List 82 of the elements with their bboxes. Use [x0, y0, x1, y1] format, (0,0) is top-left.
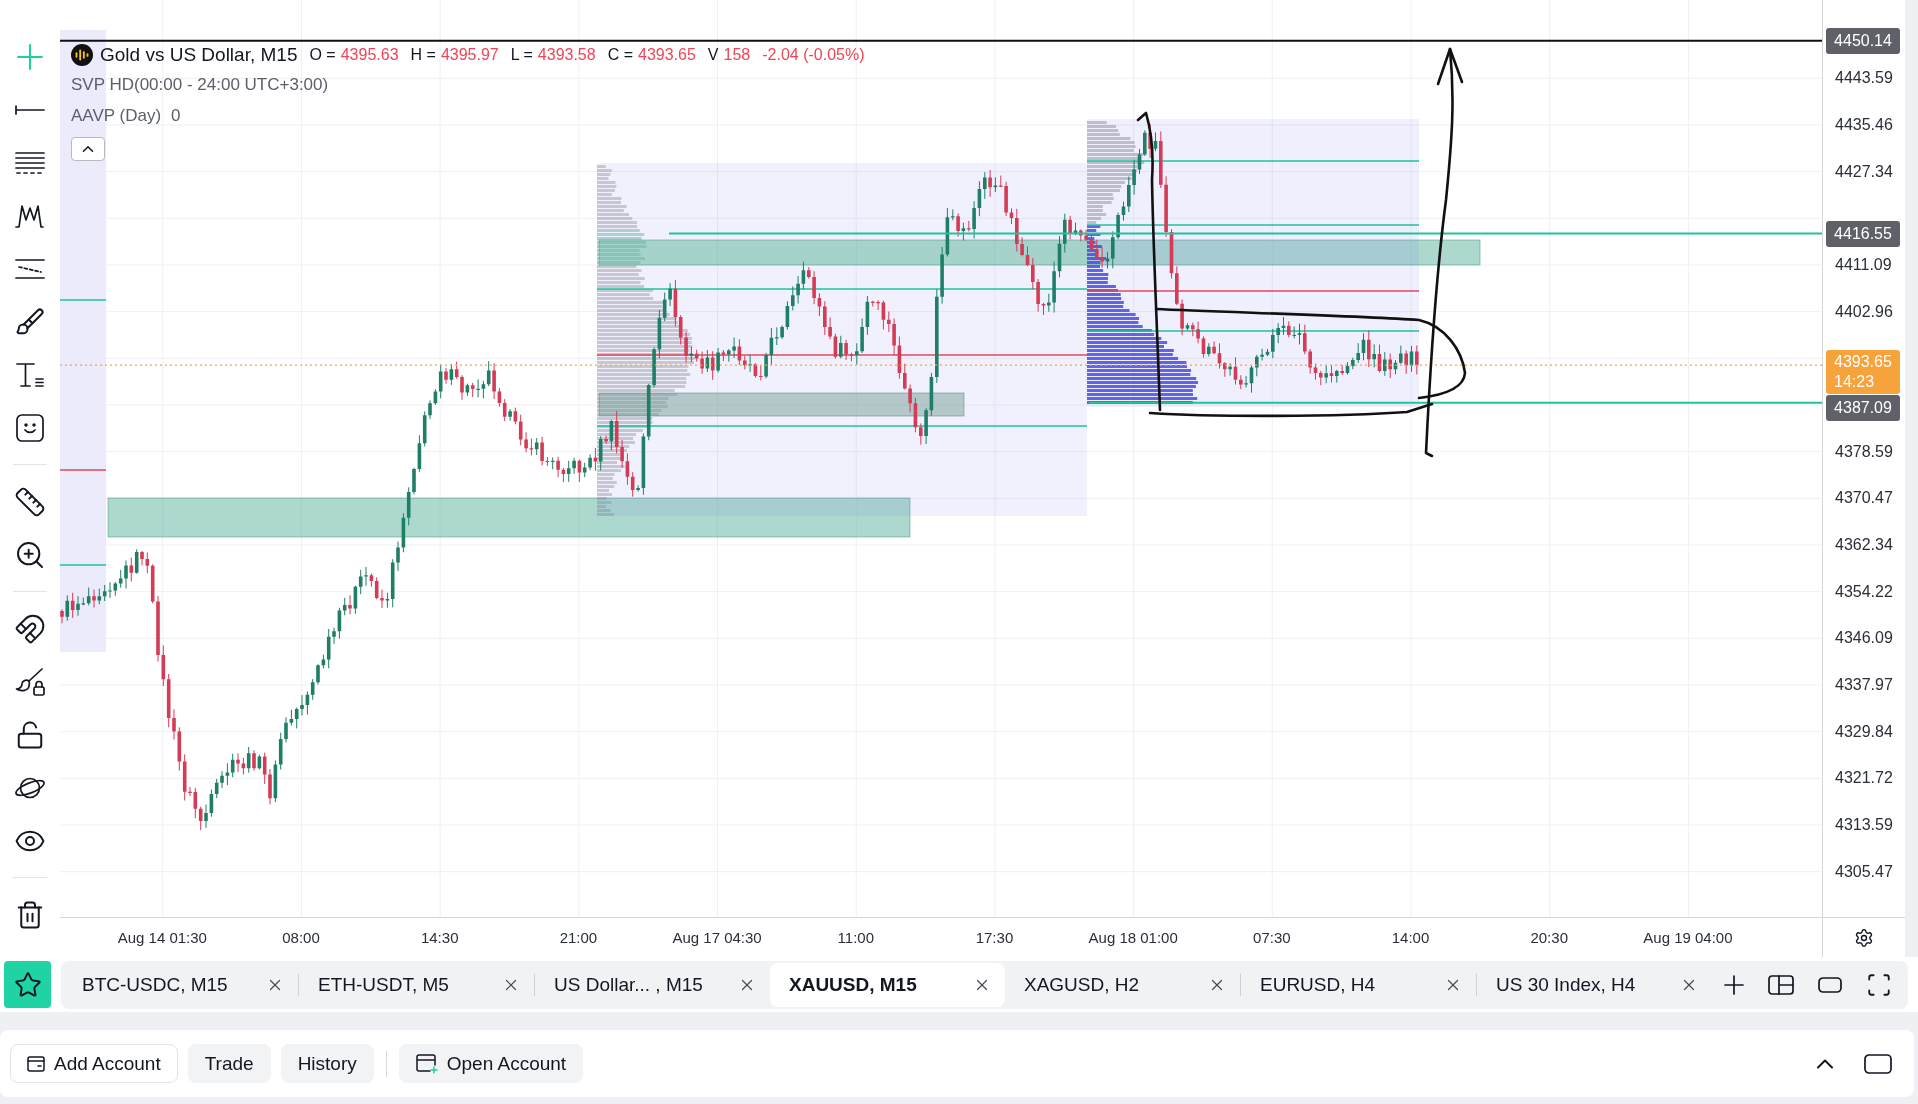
quote-label: H = [410, 45, 436, 65]
quote-label: C = [607, 45, 633, 65]
price-label: 4354.22 [1835, 581, 1893, 602]
smiley-icon[interactable] [16, 413, 44, 442]
time-label: 21:00 [559, 928, 598, 947]
zigzag-pattern-icon[interactable] [15, 203, 45, 228]
chart-tab[interactable]: US Dollar... , M15 [535, 962, 770, 1007]
indicator-value: 0 [171, 105, 181, 127]
chart-tab[interactable]: XAUUSD, M15 [770, 962, 1005, 1007]
price-label: 4329.84 [1835, 721, 1893, 742]
indicator-name: AAVP (Day) [71, 105, 162, 127]
chart-tab[interactable]: BTC-USDC, M15 [63, 962, 298, 1007]
indicator-name: SVP HD(00:00 - 24:00 UTC+3:00) [71, 74, 329, 96]
chart-tab[interactable]: XAGUSD, H2 [1005, 962, 1240, 1007]
time-label: 17:30 [975, 928, 1014, 947]
star-icon [13, 970, 42, 999]
brush-icon[interactable] [15, 306, 45, 337]
price-tag: 4450.14 [1826, 27, 1900, 54]
price-label: 4370.47 [1835, 488, 1893, 509]
price-label: 4313.59 [1835, 815, 1893, 835]
magnet-icon[interactable] [14, 612, 46, 645]
brush-lock-icon[interactable] [15, 667, 45, 696]
wallet-icon [27, 1055, 45, 1072]
symbol-title: Gold vs US Dollar, M15 [100, 44, 298, 66]
time-label: 14:00 [1391, 928, 1430, 947]
card-plus-icon [415, 1053, 438, 1074]
quote-value: 4393.65 [638, 45, 696, 65]
horizontal-lines-icon[interactable] [15, 151, 45, 174]
price-label: 4378.59 [1835, 441, 1893, 462]
chart-tab[interactable]: EURUSD, H4 [1241, 962, 1476, 1007]
time-label: 20:30 [1530, 928, 1568, 947]
quote-value: 4395.97 [440, 45, 499, 65]
time-label: Aug 19 04:00 [1643, 928, 1733, 947]
quote-label: L = [510, 45, 533, 65]
parallel-channel-icon[interactable] [15, 258, 45, 279]
text-tool-icon[interactable] [16, 361, 44, 388]
settings-icon[interactable] [1854, 927, 1874, 948]
account-tab-button[interactable]: Trade [187, 1044, 271, 1083]
price-label: 4427.34 [1835, 161, 1893, 182]
quote-label: V [707, 45, 719, 65]
split-layout-icon[interactable] [1768, 974, 1794, 995]
price-label: 4321.72 [1835, 768, 1893, 789]
plus-icon[interactable] [1724, 974, 1744, 995]
collapse-button[interactable] [71, 137, 105, 161]
bar-countdown: 14:23 [1834, 372, 1875, 393]
time-label: Aug 17 04:30 [672, 928, 762, 947]
line-tool-icon[interactable] [15, 104, 45, 115]
time-label: 08:00 [282, 928, 320, 947]
time-label: 11:00 [837, 928, 874, 947]
window-icon[interactable] [1864, 1053, 1892, 1074]
quote-value: 4393.58 [537, 45, 596, 65]
price-label: 4443.59 [1835, 68, 1893, 89]
trash-icon[interactable] [15, 899, 45, 930]
price-label: 4402.96 [1835, 301, 1893, 322]
price-label: 4346.09 [1835, 628, 1893, 649]
chart-tab[interactable]: US 30 Index, H4 [1477, 962, 1712, 1007]
time-label: 14:30 [420, 928, 459, 947]
chart-tab[interactable]: ETH-USDT, M5 [299, 962, 534, 1007]
price-label: 4305.47 [1835, 861, 1893, 882]
favorites-button[interactable] [4, 961, 51, 1008]
price-change: -2.04 (-0.05%) [762, 45, 865, 65]
add-account-button[interactable]: Add Account [10, 1044, 178, 1083]
open-account-button[interactable]: Open Account [398, 1044, 584, 1083]
symbol-logo-icon [71, 44, 93, 66]
price-label: 4337.97 [1835, 674, 1893, 695]
current-price: 4393.65 [1834, 352, 1892, 373]
ruler-icon[interactable] [14, 485, 46, 518]
time-label: Aug 14 01:30 [117, 928, 207, 947]
price-tag: 4387.09 [1826, 395, 1900, 422]
price-tag: 4416.55 [1826, 220, 1900, 247]
price-label: 4362.34 [1835, 535, 1893, 555]
quote-label: O = [309, 45, 336, 65]
quote-value: 4395.63 [340, 45, 399, 65]
lock-icon[interactable] [15, 719, 45, 750]
account-tab-button[interactable]: History [280, 1044, 374, 1083]
price-label: 4411.09 [1835, 254, 1892, 275]
time-label: Aug 18 01:00 [1088, 928, 1178, 947]
price-label: 4435.46 [1835, 115, 1893, 135]
time-label: 07:30 [1253, 928, 1291, 947]
window-icon[interactable] [1818, 976, 1842, 993]
quote-value: 158 [723, 45, 751, 65]
fullscreen-icon[interactable] [1866, 971, 1892, 998]
